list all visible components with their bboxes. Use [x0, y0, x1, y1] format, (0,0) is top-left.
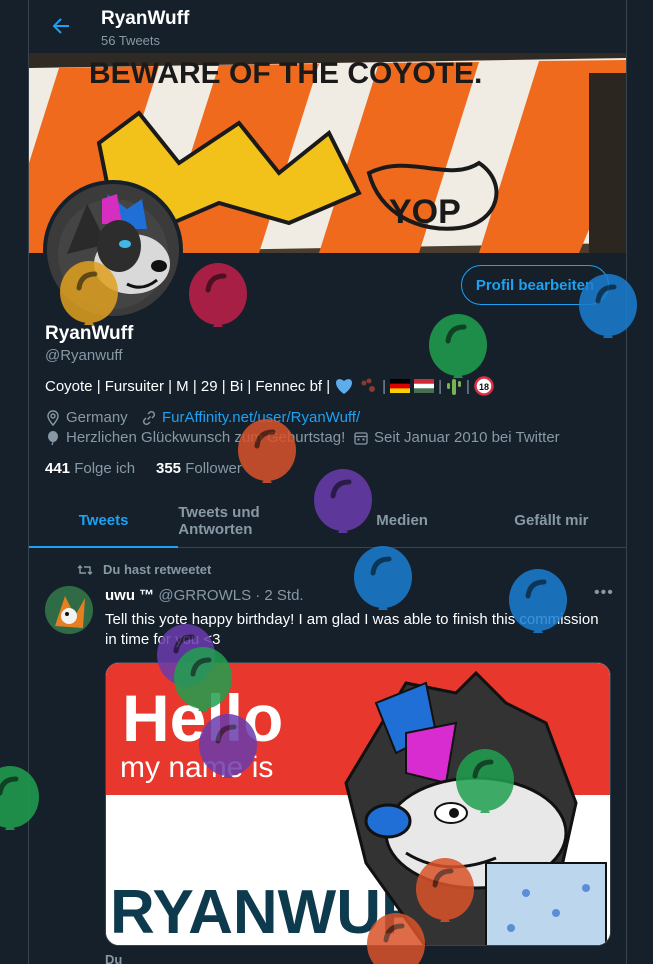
retweet-label: Du hast retweetet — [103, 562, 212, 577]
cactus-icon — [446, 379, 461, 395]
banner-graffiti-text: BEWARE OF THE COYOTE. — [89, 57, 482, 90]
link-icon — [142, 410, 156, 425]
location-pin-icon — [47, 409, 59, 426]
main-column: RyanWuff 56 Tweets BEWARE OF THE COYOTE.… — [28, 0, 627, 964]
profile-header-bar: RyanWuff 56 Tweets — [29, 0, 626, 53]
profile-name: RyanWuff — [45, 323, 134, 344]
website-link[interactable]: FurAffinity.net/user/RyanWuff/ — [162, 409, 360, 426]
bio-text: Coyote | Fursuiter | M | 29 | Bi | Fenne… — [45, 377, 331, 395]
retweet-indicator: Du hast retweetet — [77, 562, 211, 577]
followers-count: 355 — [156, 460, 182, 477]
followers-link[interactable]: 355 Follower — [156, 460, 242, 477]
header-tweet-count: 56 Tweets — [101, 33, 161, 48]
artwork-hello-text: Hello — [122, 681, 283, 755]
birthday-text: Herzlichen Glückwunsch zum Geburtstag! — [66, 429, 346, 446]
tab-media[interactable]: Medien — [328, 494, 477, 547]
tweet-media-image[interactable]: Hello my name is RYANWUFF — [105, 662, 611, 946]
paw-prints-icon — [361, 378, 376, 392]
tweet-author-avatar[interactable] — [45, 586, 93, 634]
profile-website: FurAffinity.net/user/RyanWuff/ — [141, 409, 360, 426]
following-label: Folge ich — [74, 460, 136, 477]
tab-tweets[interactable]: Tweets — [29, 494, 179, 548]
retweet-icon — [77, 564, 93, 575]
more-options-icon[interactable]: ••• — [594, 584, 614, 602]
profile-tabs: Tweets Tweets und Antworten Medien Gefäl… — [29, 494, 626, 548]
balloon-icon — [48, 430, 58, 445]
hungarian-flag-icon — [414, 379, 435, 393]
header-title: RyanWuff — [101, 8, 190, 29]
german-flag-icon — [390, 379, 411, 393]
back-arrow-icon[interactable] — [49, 14, 73, 38]
profile-birthday: Herzlichen Glückwunsch zum Geburtstag! — [45, 429, 345, 446]
banner-graffiti-tag: YOP — [389, 193, 461, 231]
next-retweet-label: Du — [105, 952, 123, 964]
profile-location: Germany — [45, 409, 128, 426]
tab-tweets-and-replies[interactable]: Tweets und Antworten — [178, 494, 327, 547]
hello-my-name-is-artwork: Hello my name is RYANWUFF — [106, 663, 610, 945]
tweet-author-handle[interactable]: @GRROWLS — [158, 587, 251, 604]
followers-label: Follower — [185, 460, 242, 477]
following-link[interactable]: 441 Folge ich — [45, 460, 135, 477]
profile-handle: @Ryanwuff — [45, 347, 123, 364]
following-count: 441 — [45, 460, 71, 477]
no-one-under-18-icon: 18 — [474, 376, 494, 396]
profile-avatar[interactable] — [43, 180, 183, 320]
edit-profile-button[interactable]: Profil bearbeiten — [461, 265, 609, 305]
tweet-header: uwu ™ @GRROWLS · 2 Std. — [105, 587, 304, 604]
artwork-my-name-is-text: my name is — [120, 751, 273, 784]
tweet-author-name[interactable]: uwu ™ — [105, 587, 154, 604]
calendar-icon — [354, 431, 368, 445]
svg-text:18: 18 — [479, 382, 489, 392]
tweet-text: Tell this yote happy birthday! I am glad… — [105, 611, 599, 648]
location-text: Germany — [66, 409, 128, 426]
joined-text: Seit Januar 2010 bei Twitter — [374, 429, 560, 446]
blue-heart-icon — [336, 379, 353, 394]
profile-bio: Coyote | Fursuiter | M | 29 | Bi | Fenne… — [45, 376, 494, 396]
profile-joined: Seit Januar 2010 bei Twitter — [353, 429, 560, 446]
tweet-time[interactable]: · 2 Std. — [255, 587, 303, 604]
tab-likes[interactable]: Gefällt mir — [477, 494, 626, 547]
